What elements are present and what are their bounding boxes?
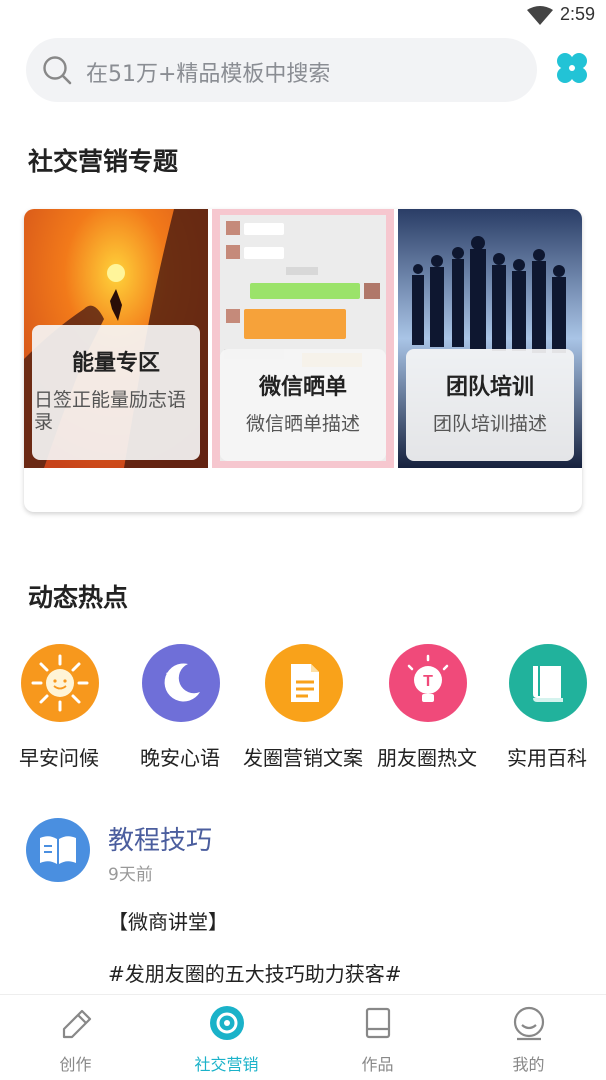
status-bar: 2:59 (0, 0, 606, 34)
hot-item-marketing-copy-label: 发圈营销文案 (243, 746, 363, 770)
tab-social-marketing-label: 社交营销 (194, 1055, 259, 1074)
topic-energy-desc: 日签正能量励志语录 (34, 389, 187, 433)
lightbulb-icon: T (389, 644, 467, 722)
topic-energy[interactable]: 能量专区 日签正能量励志语录 (24, 209, 208, 468)
tab-mine[interactable]: 我的 (453, 995, 604, 1080)
hot-item-moments-hot-label: 朋友圈热文 (377, 746, 477, 770)
svg-text:T: T (423, 673, 433, 690)
hot-item-morning[interactable]: 早安问候 (0, 644, 118, 774)
hot-item-encyclopedia[interactable]: 实用百科 (488, 644, 606, 774)
hot-item-night[interactable]: 晚安心语 (121, 644, 239, 774)
topic-energy-title: 能量专区 (71, 351, 160, 376)
post-text-line-1: 【微商讲堂】 (108, 910, 228, 934)
smiley-icon (513, 1006, 545, 1041)
tab-mine-label: 我的 (512, 1055, 545, 1074)
hot-item-moments-hot[interactable]: T 朋友圈热文 (368, 644, 486, 774)
topic-wechat-order-label: 微信晒单 微信晒单描述 (220, 349, 386, 461)
sun-icon (21, 644, 99, 722)
hot-item-marketing-copy[interactable]: 发圈营销文案 (243, 644, 363, 774)
topic-wechat-order-title: 微信晒单 (258, 375, 347, 400)
tab-create-label: 创作 (59, 1055, 92, 1074)
section-title-hot: 动态热点 (28, 583, 129, 612)
tab-works-label: 作品 (361, 1055, 394, 1074)
wifi-icon (527, 6, 553, 25)
post-time: 9天前 (108, 865, 153, 885)
bottom-tab-bar: 创作 社交营销 作品 我的 (0, 994, 606, 1080)
search-row: 在51万+精品模板中搜索 (26, 38, 587, 102)
search-placeholder: 在51万+精品模板中搜索 (86, 62, 331, 87)
post-author-name[interactable]: 教程技巧 (108, 820, 212, 857)
post-item[interactable]: 教程技巧 9天前 【微商讲堂】 #发朋友圈的五大技巧助力获客# (26, 818, 586, 990)
hot-item-encyclopedia-label: 实用百科 (507, 746, 587, 770)
hot-item-morning-label: 早安问候 (19, 746, 99, 770)
topic-wechat-order[interactable]: 微信晒单 微信晒单描述 (212, 209, 394, 468)
search-input[interactable]: 在51万+精品模板中搜索 (26, 38, 537, 102)
avatar (26, 818, 90, 882)
status-time: 2:59 (560, 4, 596, 24)
topic-team-training-desc: 团队培训描述 (432, 413, 547, 435)
post-text-line-2: #发朋友圈的五大技巧助力获客# (108, 962, 402, 986)
section-title-social: 社交营销专题 (28, 147, 179, 176)
topic-card: 能量专区 日签正能量励志语录 微信晒单 微信晒单描述 团队培训 团队培训描述 (24, 209, 582, 512)
search-icon (43, 56, 72, 85)
tab-works[interactable]: 作品 (302, 995, 453, 1080)
book-icon (509, 644, 587, 722)
topic-team-training-title: 团队培训 (445, 375, 534, 400)
topic-team-training[interactable]: 团队培训 团队培训描述 (398, 209, 582, 468)
tab-create[interactable]: 创作 (0, 995, 151, 1080)
topic-wechat-order-desc: 微信晒单描述 (245, 413, 360, 435)
camera-shutter-icon (210, 1006, 244, 1040)
topic-energy-label: 能量专区 日签正能量励志语录 (32, 325, 200, 460)
open-book-icon (40, 836, 76, 864)
moon-icon (142, 644, 220, 722)
pencil-icon (62, 1009, 92, 1039)
notebook-icon (365, 1007, 391, 1039)
apps-icon[interactable] (554, 50, 590, 86)
hot-item-night-label: 晚安心语 (140, 746, 220, 770)
tab-social-marketing[interactable]: 社交营销 (151, 995, 302, 1080)
document-icon (265, 644, 343, 722)
topic-team-training-label: 团队培训 团队培训描述 (406, 349, 574, 461)
